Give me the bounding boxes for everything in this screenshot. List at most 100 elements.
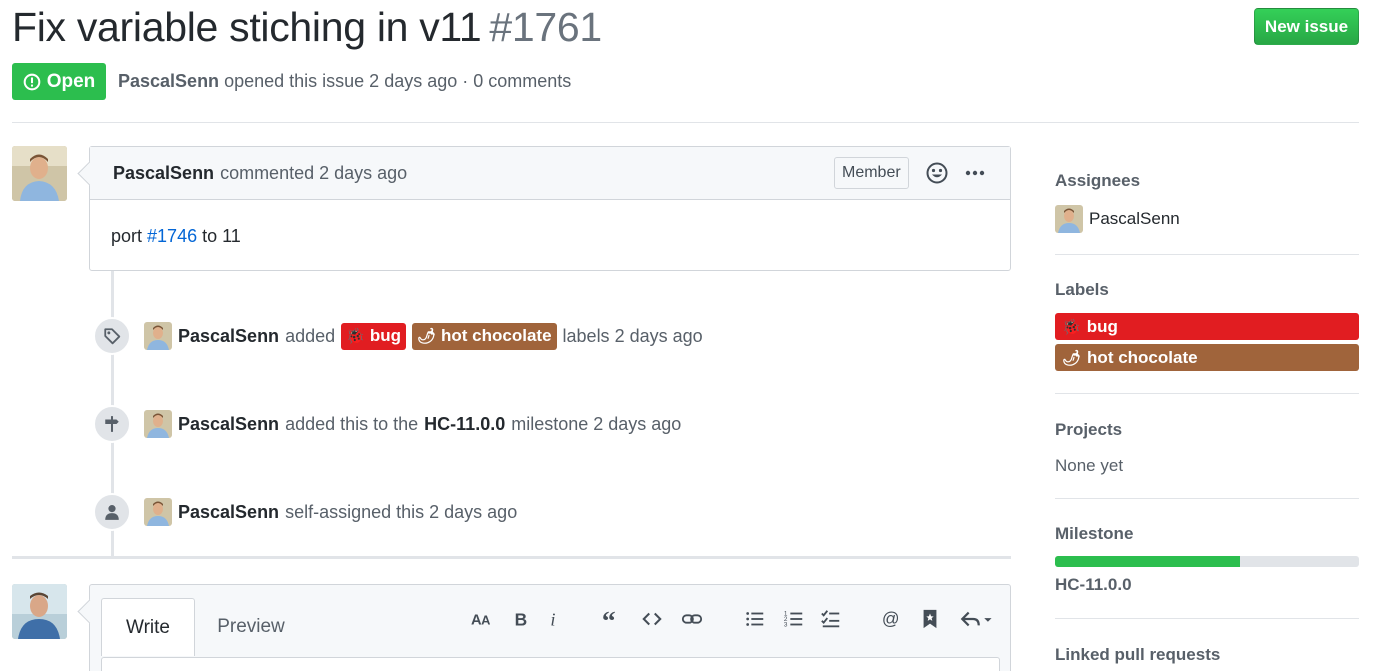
quote-icon[interactable]: “ [597, 607, 625, 631]
sidebar-label-hot-chocolate-text: hot chocolate [1087, 347, 1198, 367]
tl-author[interactable]: PascalSenn [178, 502, 279, 523]
label-hot-chocolate-text: hot chocolate [441, 326, 552, 345]
tl-author[interactable]: PascalSenn [178, 326, 279, 347]
sidebar-divider [1055, 393, 1359, 394]
code-icon[interactable] [638, 607, 666, 631]
linked-prs-heading: Linked pull requests [1055, 645, 1221, 664]
comment-body: port #1746 to 11 [90, 200, 1010, 273]
milestone-link[interactable]: HC-11.0.0 [424, 414, 505, 435]
comment-body-suffix: to 11 [197, 226, 241, 246]
comment-textarea[interactable] [101, 657, 1000, 671]
new-comment-form: Write Preview AA B i “ 123 @ [89, 584, 1011, 671]
sidebar-label-bug-text: bug [1086, 316, 1118, 336]
person-icon [105, 505, 119, 520]
tag-icon [104, 328, 121, 345]
sidebar-assignees: Assignees PascalSenn [1055, 171, 1359, 233]
milestone-name-link[interactable]: HC-11.0.0 [1055, 575, 1359, 595]
member-badge: Member [834, 157, 909, 189]
comment-body-prefix: port [111, 226, 148, 246]
tl-badge [93, 405, 131, 443]
svg-text:“: “ [602, 608, 616, 630]
issue-meta: PascalSenn opened this issue 2 days ago … [118, 71, 571, 92]
milestone-progress-fill [1055, 556, 1241, 567]
issue-state-label: Open [46, 70, 96, 92]
add-reaction-icon[interactable] [926, 162, 948, 184]
issue-meta-text: opened this issue 2 days ago · 0 comment… [224, 71, 572, 91]
svg-text:A: A [481, 613, 490, 628]
milestone-progress-bar [1055, 556, 1359, 567]
ordered-list-icon[interactable]: 123 [780, 607, 808, 631]
projects-heading[interactable]: Projects [1055, 420, 1359, 440]
hot-pepper-icon: 🌶 [1062, 349, 1082, 367]
comment-header: PascalSenn commented 2 days ago Member [90, 147, 1010, 200]
label-hot-chocolate[interactable]: 🌶 hot chocolate [411, 322, 557, 350]
task-list-icon[interactable] [817, 607, 845, 631]
reply-icon[interactable] [956, 607, 996, 631]
tl-avatar[interactable] [144, 410, 172, 438]
tab-preview[interactable]: Preview [202, 598, 300, 656]
timeline-event-milestoned: PascalSenn added this to the HC-11.0.0 m… [93, 404, 681, 444]
sidebar-labels: Labels [1055, 280, 1359, 300]
sidebar-divider [1055, 254, 1359, 255]
issue-opened-icon [23, 73, 41, 90]
timeline-end-divider [12, 556, 1011, 559]
new-issue-button[interactable]: New issue [1254, 8, 1359, 45]
labels-heading[interactable]: Labels [1055, 280, 1359, 300]
bug-icon: 🐞 [346, 328, 365, 345]
tl-text: added this to the [285, 413, 419, 434]
svg-text:i: i [550, 609, 555, 629]
text-size-icon[interactable]: AA [468, 607, 496, 631]
sidebar-label-bug[interactable]: 🐞 bug [1055, 313, 1359, 340]
tl-text[interactable]: self-assigned this 2 days ago [285, 502, 517, 523]
milestone-heading[interactable]: Milestone [1055, 524, 1359, 544]
sidebar-projects: Projects None yet [1055, 420, 1359, 476]
current-user-avatar[interactable] [12, 584, 67, 639]
link-icon[interactable] [678, 607, 706, 631]
milestone-name-wrap: HC-11.0.0 [1055, 575, 1359, 595]
tl-text[interactable]: milestone 2 days ago [511, 414, 681, 435]
assignee-avatar [1055, 205, 1083, 233]
header-divider [12, 122, 1359, 123]
sidebar-label-hot-chocolate[interactable]: 🌶 hot chocolate [1055, 344, 1359, 371]
referenced-issue-link[interactable]: #1746 [147, 226, 197, 246]
bug-icon: 🐞 [1062, 318, 1081, 336]
comment-author-avatar[interactable] [12, 146, 67, 201]
unordered-list-icon[interactable] [741, 607, 769, 631]
comment-timestamp[interactable]: commented 2 days ago [220, 163, 407, 184]
hot-pepper-icon: 🌶 [416, 328, 437, 345]
italic-icon[interactable]: i [540, 607, 568, 631]
assignee-name: PascalSenn [1089, 209, 1180, 228]
timeline-event-assigned: PascalSenn self-assigned this 2 days ago [93, 492, 517, 532]
bold-icon[interactable]: B [507, 607, 535, 631]
issue-number: #1761 [489, 4, 602, 50]
timeline-event-labeled: PascalSenn added 🐞 bug 🌶 hot chocolate lab… [93, 316, 703, 356]
sidebar-divider [1055, 498, 1359, 499]
projects-value: None yet [1055, 456, 1124, 475]
assignees-heading[interactable]: Assignees [1055, 171, 1359, 191]
svg-text:@: @ [882, 609, 900, 629]
saved-reply-icon[interactable] [916, 607, 944, 631]
svg-text:B: B [515, 609, 528, 629]
issue-state-badge: Open [12, 63, 106, 100]
label-bug-text: bug [369, 326, 401, 345]
more-options-icon[interactable] [964, 165, 986, 181]
tl-text[interactable]: labels 2 days ago [563, 326, 703, 347]
issue-author-link[interactable]: PascalSenn [118, 71, 219, 91]
tl-badge [93, 317, 131, 355]
issue-comment: PascalSenn commented 2 days ago Member p… [89, 146, 1011, 271]
issue-title: Fix variable stiching in v11 #1761 [12, 4, 602, 51]
issue-title-text: Fix variable stiching in v11 [12, 4, 482, 50]
tl-badge [93, 493, 131, 531]
sidebar-divider [1055, 618, 1359, 619]
comment-author-link[interactable]: PascalSenn [113, 163, 214, 184]
tl-avatar[interactable] [144, 322, 172, 350]
tl-text: added [285, 325, 336, 346]
milestone-icon [105, 416, 119, 432]
label-bug[interactable]: 🐞 bug [341, 322, 406, 350]
sidebar-milestone: Milestone [1055, 524, 1359, 544]
assignee-item[interactable]: PascalSenn [1055, 205, 1359, 233]
tl-author[interactable]: PascalSenn [178, 414, 279, 435]
tab-write[interactable]: Write [101, 598, 195, 656]
tl-avatar[interactable] [144, 498, 172, 526]
mention-icon[interactable]: @ [877, 607, 905, 631]
